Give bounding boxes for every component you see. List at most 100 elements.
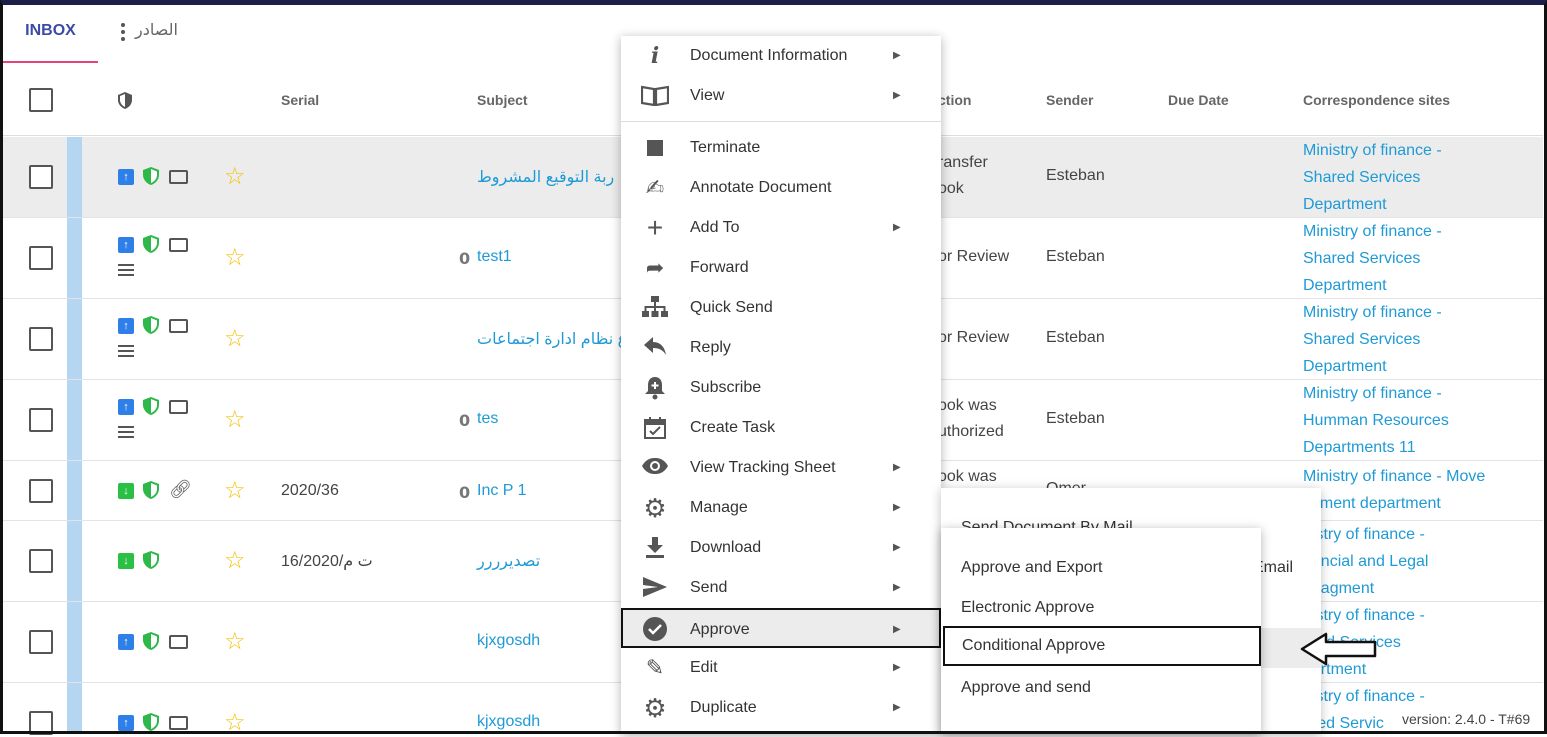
row-sender: Esteban — [1046, 329, 1105, 346]
row-subject[interactable]: test1 — [477, 248, 512, 266]
star-icon[interactable]: ☆ — [224, 408, 246, 432]
submenu-item-conditional-approve[interactable]: Conditional Approve — [943, 626, 1261, 666]
row-action-l2: ook — [938, 180, 964, 197]
row-subject[interactable]: Inc P 1 — [477, 482, 527, 500]
star-icon[interactable]: ☆ — [224, 479, 246, 503]
tab-inbox[interactable]: INBOX — [3, 5, 98, 63]
star-icon[interactable]: ☆ — [224, 711, 246, 735]
attachment-icon: 𝟬 — [459, 485, 471, 502]
approve-badge-icon — [641, 616, 669, 641]
menu-item-approve[interactable]: Approve ▶ — [621, 608, 941, 648]
row-selection-stripe — [67, 299, 82, 379]
menu-item-create-task[interactable]: Create Task — [621, 408, 941, 448]
bell-plus-icon — [641, 376, 669, 400]
menu-item-reply[interactable]: Reply — [621, 328, 941, 368]
row-subject[interactable]: ع نظام ادارة اجتماعات — [477, 329, 627, 349]
gear-icon: ⚙ — [643, 493, 667, 523]
shield-icon — [118, 92, 132, 109]
menu-item-add-to[interactable]: + Add To ▶ — [621, 208, 941, 248]
star-icon[interactable]: ☆ — [224, 246, 246, 270]
menu-item-quick-send[interactable]: Quick Send — [621, 288, 941, 328]
row-selection-stripe — [67, 218, 82, 298]
pointer-arrow-icon — [1300, 632, 1377, 666]
submenu-item-approve-and-send[interactable]: Approve and send — [941, 668, 1261, 708]
row-checkbox[interactable] — [29, 711, 53, 735]
version-label: version: 2.4.0 - T#69 — [1402, 711, 1531, 727]
menu-item-edit[interactable]: ✎ Edit ▶ — [621, 648, 941, 688]
menu-item-subscribe[interactable]: Subscribe — [621, 368, 941, 408]
security-shield-icon — [143, 397, 159, 415]
forward-icon: ➦ — [645, 255, 665, 280]
star-icon[interactable]: ☆ — [224, 549, 246, 573]
row-selection-stripe — [67, 683, 82, 734]
document-icon — [169, 238, 188, 252]
row-selection-stripe — [67, 137, 82, 217]
menu-item-annotate-document[interactable]: ✍︎ Annotate Document — [621, 168, 941, 208]
row-sender: Esteban — [1046, 167, 1105, 184]
submenu-arrow-icon: ▶ — [893, 50, 901, 61]
row-checkbox[interactable] — [29, 408, 53, 432]
incoming-icon: ↓ — [118, 553, 134, 569]
menu-item-manage[interactable]: ⚙ Manage ▶ — [621, 488, 941, 528]
row-correspondence-site[interactable]: nistry of finance - ared Servic — [1303, 683, 1425, 737]
menu-item-view-tracking-sheet[interactable]: View Tracking Sheet ▶ — [621, 448, 941, 488]
column-due-date[interactable]: Due Date — [1168, 92, 1229, 108]
security-shield-icon — [143, 316, 159, 334]
menu-item-download[interactable]: Download ▶ — [621, 528, 941, 568]
menu-item-duplicate[interactable]: ⚙ Duplicate ▶ — [621, 688, 941, 728]
security-shield-icon — [143, 235, 159, 253]
row-action-l2: uthorized — [938, 423, 1004, 440]
row-checkbox[interactable] — [29, 246, 53, 270]
select-all-checkbox[interactable] — [29, 88, 53, 112]
column-sender[interactable]: Sender — [1046, 92, 1093, 108]
row-subject[interactable]: تصديرررر — [477, 551, 540, 571]
row-correspondence-site[interactable]: Ministry of finance - Shared Services Depa… — [1303, 218, 1442, 299]
star-icon[interactable]: ☆ — [224, 165, 246, 189]
column-serial[interactable]: Serial — [281, 92, 319, 108]
submenu-arrow-icon: ▶ — [893, 624, 901, 635]
submenu-arrow-icon: ▶ — [893, 702, 901, 713]
row-checkbox[interactable] — [29, 165, 53, 189]
row-correspondence-site[interactable]: nistry of finance - nancial and Legal anag… — [1303, 521, 1428, 602]
row-checkbox[interactable] — [29, 630, 53, 654]
column-correspondence-sites[interactable]: Correspondence sites — [1303, 92, 1450, 108]
tab-outbox-label: الصادر — [135, 22, 178, 39]
submenu-item-approve-and-export[interactable]: Approve and Export — [941, 548, 1261, 588]
star-icon[interactable]: ☆ — [224, 630, 246, 654]
kebab-menu-icon[interactable] — [121, 23, 125, 44]
menu-item-forward[interactable]: ➦ Forward — [621, 248, 941, 288]
row-subject[interactable]: kjxgosdh — [477, 713, 540, 731]
menu-item-send[interactable]: Send ▶ — [621, 568, 941, 608]
row-correspondence-site[interactable]: Ministry of finance - Shared Services Depa… — [1303, 137, 1442, 218]
row-subject[interactable]: kjxgosdh — [477, 632, 540, 650]
tab-outbox[interactable]: الصادر — [115, 5, 215, 63]
gear-icon: ⚙ — [643, 693, 667, 723]
row-subject[interactable]: ربة التوقيع المشروط — [477, 167, 614, 187]
sitemap-icon — [641, 296, 669, 320]
menu-item-terminate[interactable]: Terminate — [621, 128, 941, 168]
row-subject[interactable]: tes — [477, 410, 498, 428]
row-correspondence-site[interactable]: Ministry of finance - Shared Services Depa… — [1303, 299, 1442, 380]
column-action[interactable]: ction — [938, 92, 971, 108]
signature-icon: ✍︎ — [645, 175, 665, 200]
submenu-arrow-icon: ▶ — [893, 582, 901, 593]
reply-icon — [641, 336, 669, 360]
approve-submenu: Approve and Export Electronic Approve Co… — [941, 528, 1261, 734]
submenu-arrow-icon: ▶ — [893, 662, 901, 673]
row-checkbox[interactable] — [29, 479, 53, 503]
star-icon[interactable]: ☆ — [224, 327, 246, 351]
document-icon — [169, 170, 188, 184]
list-icon — [118, 345, 134, 357]
row-checkbox[interactable] — [29, 327, 53, 351]
submenu-arrow-icon: ▶ — [893, 542, 901, 553]
row-correspondence-site[interactable]: Ministry of finance - Move cument departm… — [1303, 463, 1485, 517]
document-icon — [169, 716, 188, 730]
stop-icon — [641, 136, 669, 160]
download-icon — [641, 536, 669, 560]
submenu-item-electronic-approve[interactable]: Electronic Approve — [941, 588, 1261, 628]
row-correspondence-site[interactable]: Ministry of finance - Humman Resources Dep… — [1303, 380, 1449, 461]
menu-item-document-information[interactable]: i Document Information ▶ — [621, 36, 941, 76]
menu-item-view[interactable]: View ▶ — [621, 76, 941, 116]
column-subject[interactable]: Subject — [477, 92, 528, 108]
row-checkbox[interactable] — [29, 549, 53, 573]
